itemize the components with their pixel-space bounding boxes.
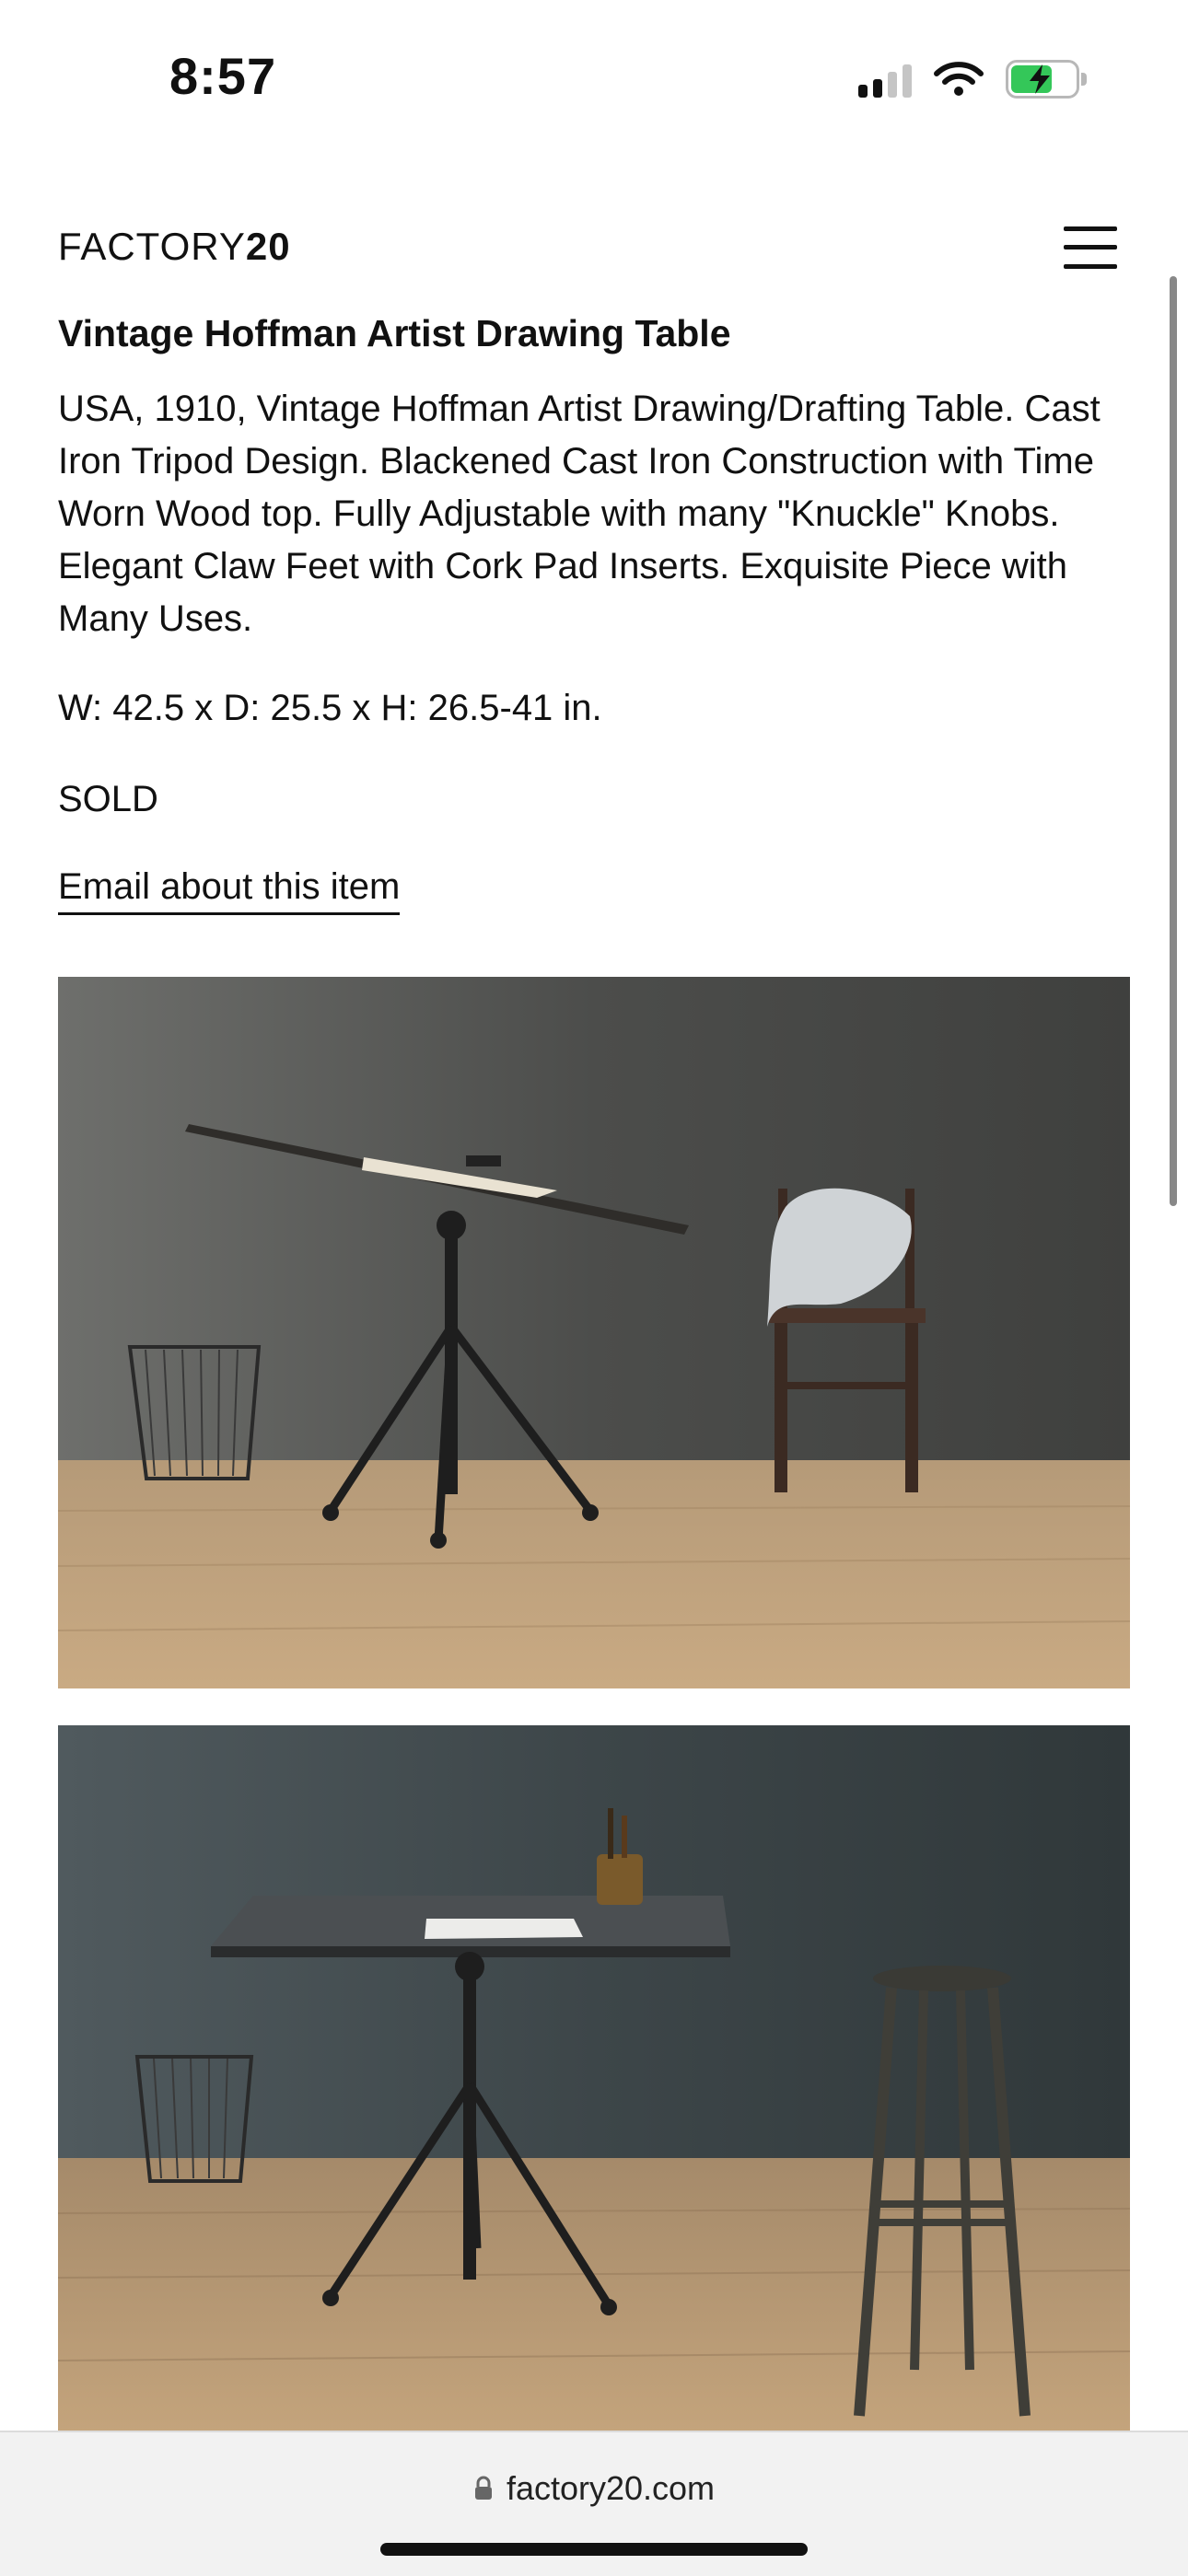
page-scrollbar[interactable] (1170, 276, 1177, 1206)
product-photo-1[interactable] (58, 977, 1130, 1688)
status-icons (858, 57, 1087, 101)
logo-number: 20 (245, 225, 291, 268)
home-indicator[interactable] (380, 2543, 808, 2556)
product-description: USA, 1910, Vintage Hoffman Artist Drawin… (58, 389, 1101, 639)
url-display[interactable]: factory20.com (0, 2469, 1188, 2510)
battery-charging-icon (1006, 60, 1087, 99)
logo-text: FACTORY (58, 225, 246, 268)
url-text: factory20.com (506, 2469, 716, 2507)
wifi-icon (934, 61, 984, 98)
product-dimensions: W: 42.5 x D: 25.5 x H: 26.5-41 in. (58, 688, 602, 728)
product-status: SOLD (58, 779, 158, 819)
cellular-signal-icon (858, 61, 912, 98)
browser-address-bar[interactable]: factory20.com (0, 2431, 1188, 2576)
site-header: FACTORY20 (58, 221, 1117, 276)
product-details: Vintage Hoffman Artist Drawing Table USA… (58, 304, 1131, 915)
site-logo[interactable]: FACTORY20 (58, 225, 291, 269)
lock-icon (473, 2471, 494, 2510)
hamburger-menu-icon[interactable] (1064, 226, 1117, 269)
product-photo-2[interactable] (58, 1725, 1130, 2434)
email-item-link[interactable]: Email about this item (58, 863, 401, 915)
status-bar: 8:57 (0, 0, 1188, 157)
product-title: Vintage Hoffman Artist Drawing Table (58, 312, 731, 354)
status-time: 8:57 (169, 47, 277, 105)
